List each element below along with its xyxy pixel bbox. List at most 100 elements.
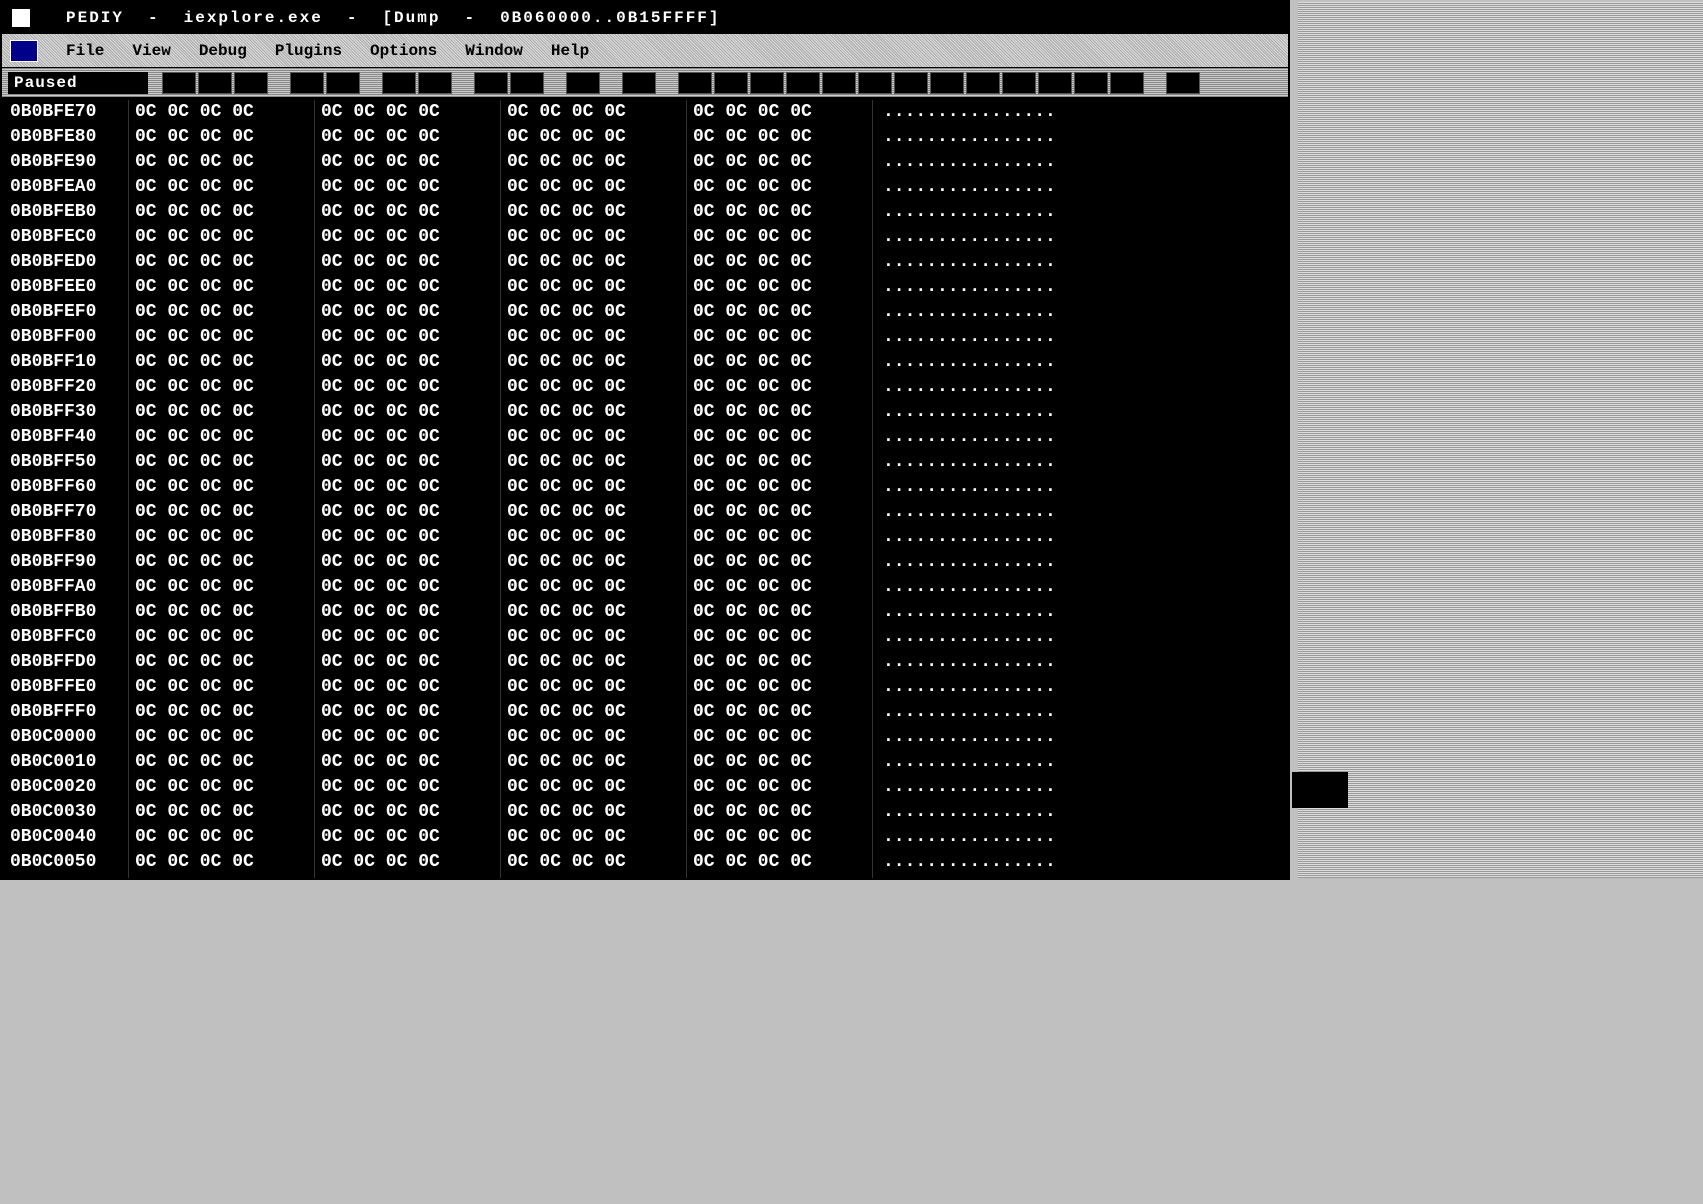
- hex-bytes-group: 0C 0C 0C 0C: [500, 350, 686, 375]
- toolbar-button[interactable]: [786, 72, 820, 94]
- toolbar-button[interactable]: [822, 72, 856, 94]
- hex-row[interactable]: 0B0C00400C 0C 0C 0C0C 0C 0C 0C0C 0C 0C 0…: [10, 825, 1280, 850]
- hex-row[interactable]: 0B0C00100C 0C 0C 0C0C 0C 0C 0C0C 0C 0C 0…: [10, 750, 1280, 775]
- hex-row[interactable]: 0B0BFF500C 0C 0C 0C0C 0C 0C 0C0C 0C 0C 0…: [10, 450, 1280, 475]
- hex-row[interactable]: 0B0C00500C 0C 0C 0C0C 0C 0C 0C0C 0C 0C 0…: [10, 850, 1280, 875]
- hex-row[interactable]: 0B0BFED00C 0C 0C 0C0C 0C 0C 0C0C 0C 0C 0…: [10, 250, 1280, 275]
- hex-ascii: ................: [872, 600, 1142, 625]
- toolbar-button[interactable]: [510, 72, 544, 94]
- title-app: PEDIY: [66, 9, 124, 27]
- hex-bytes-group: 0C 0C 0C 0C: [500, 525, 686, 550]
- hex-row[interactable]: 0B0BFF200C 0C 0C 0C0C 0C 0C 0C0C 0C 0C 0…: [10, 375, 1280, 400]
- hex-row[interactable]: 0B0BFEA00C 0C 0C 0C0C 0C 0C 0C0C 0C 0C 0…: [10, 175, 1280, 200]
- hex-row[interactable]: 0B0BFF900C 0C 0C 0C0C 0C 0C 0C0C 0C 0C 0…: [10, 550, 1280, 575]
- hex-row[interactable]: 0B0BFF600C 0C 0C 0C0C 0C 0C 0C0C 0C 0C 0…: [10, 475, 1280, 500]
- toolbar-button[interactable]: [858, 72, 892, 94]
- menu-options[interactable]: Options: [370, 42, 437, 60]
- system-menu-icon[interactable]: [10, 40, 38, 62]
- hex-bytes-group: 0C 0C 0C 0C: [500, 325, 686, 350]
- toolbar-button[interactable]: [966, 72, 1000, 94]
- hex-bytes-group: 0C 0C 0C 0C: [686, 100, 872, 125]
- hex-row[interactable]: 0B0BFFB00C 0C 0C 0C0C 0C 0C 0C0C 0C 0C 0…: [10, 600, 1280, 625]
- hex-bytes-group: 0C 0C 0C 0C: [128, 375, 314, 400]
- toolbar-button[interactable]: [290, 72, 324, 94]
- toolbar-button[interactable]: [1038, 72, 1072, 94]
- hex-row[interactable]: 0B0BFF700C 0C 0C 0C0C 0C 0C 0C0C 0C 0C 0…: [10, 500, 1280, 525]
- toolbar-button[interactable]: [1110, 72, 1144, 94]
- menu-help[interactable]: Help: [551, 42, 589, 60]
- toolbar-button[interactable]: [474, 72, 508, 94]
- hex-row[interactable]: 0B0BFE900C 0C 0C 0C0C 0C 0C 0C0C 0C 0C 0…: [10, 150, 1280, 175]
- hex-ascii: ................: [872, 750, 1142, 775]
- hex-ascii: ................: [872, 700, 1142, 725]
- hex-bytes-group: 0C 0C 0C 0C: [314, 450, 500, 475]
- toolbar-button[interactable]: [418, 72, 452, 94]
- hex-bytes-group: 0C 0C 0C 0C: [128, 450, 314, 475]
- hex-bytes-group: 0C 0C 0C 0C: [314, 750, 500, 775]
- hex-address: 0B0BFF70: [10, 500, 128, 525]
- hex-row[interactable]: 0B0BFF800C 0C 0C 0C0C 0C 0C 0C0C 0C 0C 0…: [10, 525, 1280, 550]
- side-panel: [1298, 2, 1703, 878]
- hex-bytes-group: 0C 0C 0C 0C: [314, 225, 500, 250]
- menu-view[interactable]: View: [132, 42, 170, 60]
- hex-bytes-group: 0C 0C 0C 0C: [500, 400, 686, 425]
- menu-debug[interactable]: Debug: [199, 42, 247, 60]
- scrollbar-thumb[interactable]: [1292, 772, 1348, 808]
- hex-bytes-group: 0C 0C 0C 0C: [128, 300, 314, 325]
- toolbar-button[interactable]: [622, 72, 656, 94]
- hex-bytes-group: 0C 0C 0C 0C: [500, 450, 686, 475]
- hex-row[interactable]: 0B0BFEF00C 0C 0C 0C0C 0C 0C 0C0C 0C 0C 0…: [10, 300, 1280, 325]
- hex-bytes-group: 0C 0C 0C 0C: [128, 400, 314, 425]
- title-bar[interactable]: PEDIY - iexplore.exe - [Dump - 0B060000.…: [2, 2, 1288, 34]
- hex-row[interactable]: 0B0C00200C 0C 0C 0C0C 0C 0C 0C0C 0C 0C 0…: [10, 775, 1280, 800]
- menu-window[interactable]: Window: [465, 42, 523, 60]
- hex-row[interactable]: 0B0BFFE00C 0C 0C 0C0C 0C 0C 0C0C 0C 0C 0…: [10, 675, 1280, 700]
- toolbar-button[interactable]: [234, 72, 268, 94]
- hex-ascii: ................: [872, 100, 1142, 125]
- toolbar-button[interactable]: [714, 72, 748, 94]
- hex-address: 0B0BFFC0: [10, 625, 128, 650]
- hex-dump-panel[interactable]: 0B0BFE700C 0C 0C 0C0C 0C 0C 0C0C 0C 0C 0…: [2, 98, 1288, 878]
- hex-bytes-group: 0C 0C 0C 0C: [314, 550, 500, 575]
- hex-bytes-group: 0C 0C 0C 0C: [314, 650, 500, 675]
- hex-bytes-group: 0C 0C 0C 0C: [686, 375, 872, 400]
- hex-bytes-group: 0C 0C 0C 0C: [314, 325, 500, 350]
- hex-row[interactable]: 0B0BFEE00C 0C 0C 0C0C 0C 0C 0C0C 0C 0C 0…: [10, 275, 1280, 300]
- toolbar-button[interactable]: [750, 72, 784, 94]
- hex-ascii: ................: [872, 825, 1142, 850]
- toolbar-button[interactable]: [1074, 72, 1108, 94]
- hex-row[interactable]: 0B0BFEC00C 0C 0C 0C0C 0C 0C 0C0C 0C 0C 0…: [10, 225, 1280, 250]
- hex-row[interactable]: 0B0BFE700C 0C 0C 0C0C 0C 0C 0C0C 0C 0C 0…: [10, 100, 1280, 125]
- toolbar-button[interactable]: [382, 72, 416, 94]
- hex-row[interactable]: 0B0BFEB00C 0C 0C 0C0C 0C 0C 0C0C 0C 0C 0…: [10, 200, 1280, 225]
- hex-address: 0B0BFF30: [10, 400, 128, 425]
- hex-row[interactable]: 0B0BFFF00C 0C 0C 0C0C 0C 0C 0C0C 0C 0C 0…: [10, 700, 1280, 725]
- hex-row[interactable]: 0B0BFFD00C 0C 0C 0C0C 0C 0C 0C0C 0C 0C 0…: [10, 650, 1280, 675]
- hex-row[interactable]: 0B0BFF300C 0C 0C 0C0C 0C 0C 0C0C 0C 0C 0…: [10, 400, 1280, 425]
- toolbar-button[interactable]: [566, 72, 600, 94]
- toolbar-button[interactable]: [1166, 72, 1200, 94]
- hex-row[interactable]: 0B0BFFC00C 0C 0C 0C0C 0C 0C 0C0C 0C 0C 0…: [10, 625, 1280, 650]
- toolbar-button[interactable]: [894, 72, 928, 94]
- toolbar-button[interactable]: [162, 72, 196, 94]
- hex-row[interactable]: 0B0BFFA00C 0C 0C 0C0C 0C 0C 0C0C 0C 0C 0…: [10, 575, 1280, 600]
- hex-row[interactable]: 0B0C00000C 0C 0C 0C0C 0C 0C 0C0C 0C 0C 0…: [10, 725, 1280, 750]
- hex-bytes-group: 0C 0C 0C 0C: [128, 200, 314, 225]
- hex-address: 0B0BFF00: [10, 325, 128, 350]
- menu-plugins[interactable]: Plugins: [275, 42, 342, 60]
- hex-bytes-group: 0C 0C 0C 0C: [686, 875, 872, 878]
- hex-bytes-group: 0C 0C 0C 0C: [128, 850, 314, 875]
- hex-row[interactable]: 0B0C00600C 0C 0C 0C0C 0C 0C 0C0C 0C 0C 0…: [10, 875, 1280, 878]
- hex-row[interactable]: 0B0BFF000C 0C 0C 0C0C 0C 0C 0C0C 0C 0C 0…: [10, 325, 1280, 350]
- toolbar-button[interactable]: [198, 72, 232, 94]
- hex-row[interactable]: 0B0BFF400C 0C 0C 0C0C 0C 0C 0C0C 0C 0C 0…: [10, 425, 1280, 450]
- toolbar-button[interactable]: [678, 72, 712, 94]
- toolbar-button[interactable]: [930, 72, 964, 94]
- menu-file[interactable]: File: [66, 42, 104, 60]
- hex-row[interactable]: 0B0BFE800C 0C 0C 0C0C 0C 0C 0C0C 0C 0C 0…: [10, 125, 1280, 150]
- hex-address: 0B0C0060: [10, 875, 128, 878]
- toolbar-button[interactable]: [326, 72, 360, 94]
- toolbar-button[interactable]: [1002, 72, 1036, 94]
- hex-row[interactable]: 0B0C00300C 0C 0C 0C0C 0C 0C 0C0C 0C 0C 0…: [10, 800, 1280, 825]
- hex-row[interactable]: 0B0BFF100C 0C 0C 0C0C 0C 0C 0C0C 0C 0C 0…: [10, 350, 1280, 375]
